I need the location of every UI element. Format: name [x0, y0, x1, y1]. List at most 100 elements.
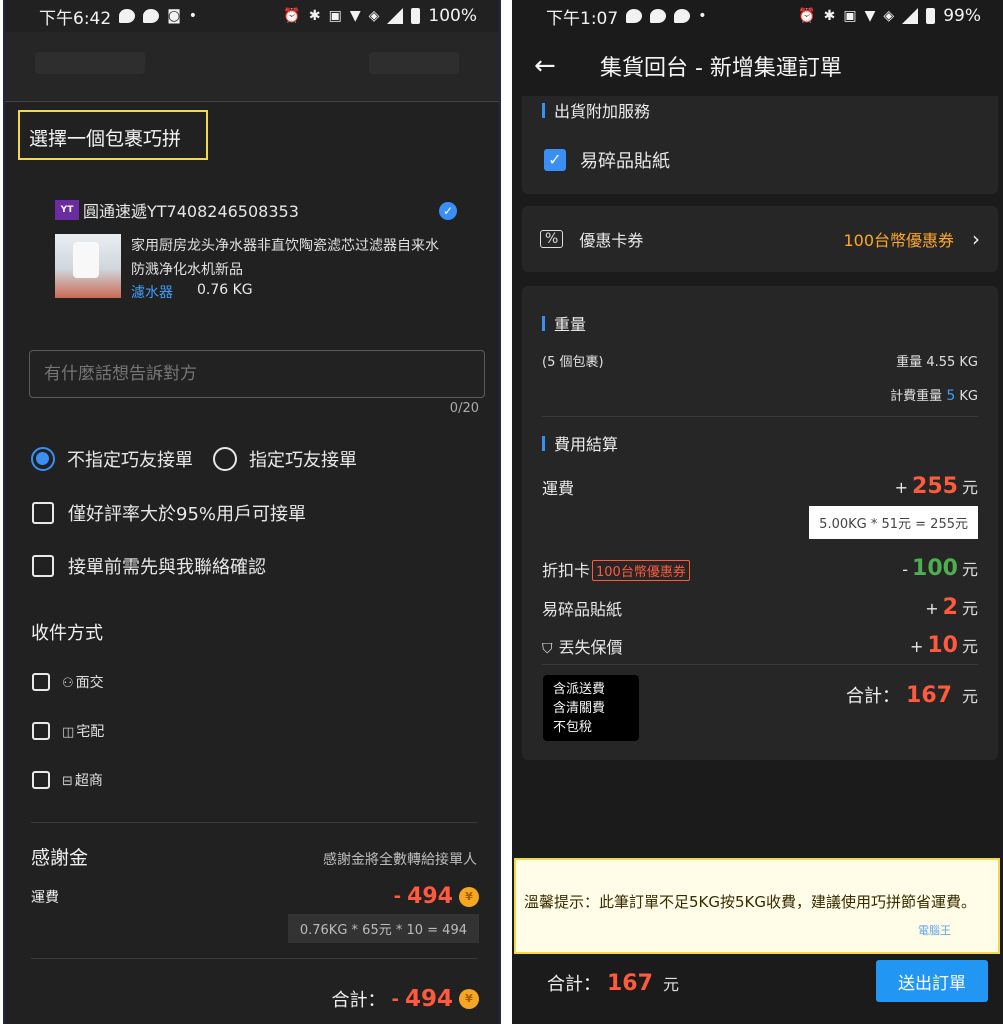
option-rating[interactable]: 僅好評率大於95%用戶可接單: [32, 500, 306, 526]
app-bar: ← 集貨回台 - 新增集運訂單: [512, 32, 1003, 100]
insurance-value: 10: [927, 633, 958, 658]
delivery-option-home[interactable]: ◫ 宅配: [32, 721, 104, 741]
radio-unassigned[interactable]: [31, 447, 55, 471]
discount-amount: -100 元: [902, 556, 978, 581]
shipping-value: 255: [912, 474, 958, 499]
discount-tag: 100台幣優惠券: [592, 559, 690, 581]
accent-bar: [542, 102, 545, 118]
signal-icon: [387, 8, 404, 24]
assign-radio-group: 不指定巧友接單 指定巧友接單: [31, 446, 357, 472]
minus-sign: -: [391, 988, 399, 1010]
currency-unit: 元: [662, 975, 679, 994]
shipping-label: 運費: [542, 478, 575, 498]
fee-formula: 0.76KG * 65元 * 10 = 494: [287, 914, 479, 943]
billable-value: 5: [946, 388, 956, 404]
discount-label: 折扣卡: [542, 560, 591, 580]
status-bar: 下午1:07 • ⏰ ✱ ▣ ▼ ◈ 99%: [512, 0, 1003, 32]
package-header: YT 圓通速遞YT7408246508353: [55, 198, 459, 222]
billable-label: 計費重量: [890, 389, 943, 404]
plus-sign: +: [909, 637, 924, 656]
right-screen: 下午1:07 • ⏰ ✱ ▣ ▼ ◈ 99% ← 集貨回台 - 新增集運訂單 出…: [512, 0, 1003, 1024]
submit-order-button[interactable]: 送出訂單: [876, 960, 988, 1002]
coin-icon: ¥: [459, 886, 479, 907]
checkbox-checked[interactable]: ✓: [544, 149, 566, 171]
section-title-text: 出貨附加服務: [554, 102, 651, 121]
fragile-option[interactable]: ✓ 易碎品貼紙: [544, 147, 670, 173]
delivery-option-meetup[interactable]: ⚇ 面交: [32, 672, 104, 692]
currency-unit: 元: [961, 687, 978, 706]
accent-bar: [542, 315, 545, 331]
bottom-bar: 合計： 167 元 送出訂單: [512, 956, 1003, 1024]
radio-unassigned-label[interactable]: 不指定巧友接單: [67, 446, 193, 472]
coupon-label: 優惠卡券: [579, 231, 644, 250]
line-icon: [626, 9, 643, 23]
chevron-right-icon[interactable]: ›: [972, 227, 980, 251]
left-screen: 下午6:42 ◙ • ⏰ ✱ ▣ ▼ ◈ 100% 選擇一個包裹巧拼 YT 圓通…: [3, 0, 501, 1024]
shipping-formula: 5.00KG * 51元 = 255元: [809, 506, 978, 539]
bottom-total: 合計： 167 元: [547, 970, 679, 996]
coin-icon: ¥: [459, 989, 479, 1009]
section-title: 出貨附加服務: [542, 98, 650, 122]
volte-icon: ◈: [368, 8, 380, 24]
currency-unit: 元: [961, 637, 978, 656]
option-contact-first[interactable]: 接單前需先與我聯絡確認: [32, 553, 266, 579]
fragile-fee-row: 易碎品貼紙 +2 元: [542, 595, 978, 620]
product-thumbnail: [55, 234, 121, 298]
minus-sign: -: [902, 560, 909, 579]
total-label: 合計：: [331, 990, 386, 1011]
status-bar: 下午6:42 ◙ • ⏰ ✱ ▣ ▼ ◈ 100%: [5, 0, 499, 32]
package-card[interactable]: YT 圓通速遞YT7408246508353 ✓ 家用厨房龙头净水器非直饮陶瓷滤…: [55, 198, 459, 302]
section-title-text: 重量: [554, 315, 587, 334]
delivery-option-store[interactable]: ⊟ 超商: [32, 770, 103, 790]
message-input[interactable]: [29, 350, 485, 398]
divider: [31, 822, 477, 823]
total-value: 167: [607, 971, 653, 996]
fragile-fee-amount: +2 元: [925, 595, 978, 620]
dot-icon: •: [698, 8, 707, 24]
checkbox[interactable]: [32, 673, 50, 691]
shipping-fee-row: 運費 +255 元: [542, 474, 978, 499]
section-title: 費用結算: [542, 431, 618, 455]
coupon-card[interactable]: % 優惠卡券 100台幣優惠券 ›: [522, 206, 998, 272]
minus-sign: -: [393, 886, 402, 907]
weight-row: 重量 4.55 KG: [896, 351, 978, 370]
divider: [542, 416, 978, 417]
checkbox[interactable]: [32, 555, 54, 577]
store-icon: ⊟: [62, 774, 73, 789]
discount-row: 折扣卡 100台幣優惠券 -100 元: [542, 556, 978, 581]
discount-value: 100: [912, 556, 958, 581]
option-label: 接單前需先與我聯絡確認: [68, 557, 266, 578]
page-title: 集貨回台 - 新增集運訂單: [600, 56, 842, 81]
chat-icon: [674, 9, 691, 23]
total-label: 合計：: [846, 686, 901, 707]
fragile-fee-value: 2: [942, 595, 958, 620]
radio-assigned[interactable]: [213, 447, 237, 471]
product-category[interactable]: 濾水器: [131, 282, 173, 302]
dot-icon: •: [188, 8, 198, 24]
fragile-label: 易碎品貼紙: [580, 151, 670, 172]
delivery-label: 面交: [75, 675, 104, 691]
selected-check-icon[interactable]: ✓: [439, 202, 457, 220]
thanks-total: 合計： - 494 ¥: [331, 986, 479, 1012]
page-title: 選擇一個包裹巧拼: [18, 110, 208, 160]
divider: [31, 958, 477, 959]
back-arrow-icon[interactable]: ←: [534, 51, 590, 81]
radio-assigned-label[interactable]: 指定巧友接單: [249, 446, 357, 472]
fragile-fee-label: 易碎品貼紙: [542, 599, 623, 619]
checkbox[interactable]: [32, 502, 54, 524]
volte-icon: ◈: [883, 8, 895, 24]
billable-unit: KG: [959, 389, 978, 404]
carrier-tracking: 圓通速遞YT7408246508353: [83, 202, 299, 221]
plus-sign: +: [894, 478, 909, 497]
alarm-icon: ⏰: [283, 8, 301, 24]
checkbox[interactable]: [32, 722, 50, 740]
billable-weight-row: 計費重量 5 KG: [890, 385, 978, 404]
faded-toolbar: [5, 32, 499, 102]
faded-toolbar-action: [369, 52, 459, 74]
product-description: 家用厨房龙头净水器非直饮陶瓷滤芯过滤器自来水防溅净化水机新品: [131, 238, 439, 278]
chat-icon: [119, 9, 136, 23]
plus-sign: +: [925, 599, 939, 618]
checkbox[interactable]: [32, 771, 50, 789]
wifi-icon: ▼: [864, 8, 876, 24]
faded-toolbar-title: [35, 52, 145, 74]
